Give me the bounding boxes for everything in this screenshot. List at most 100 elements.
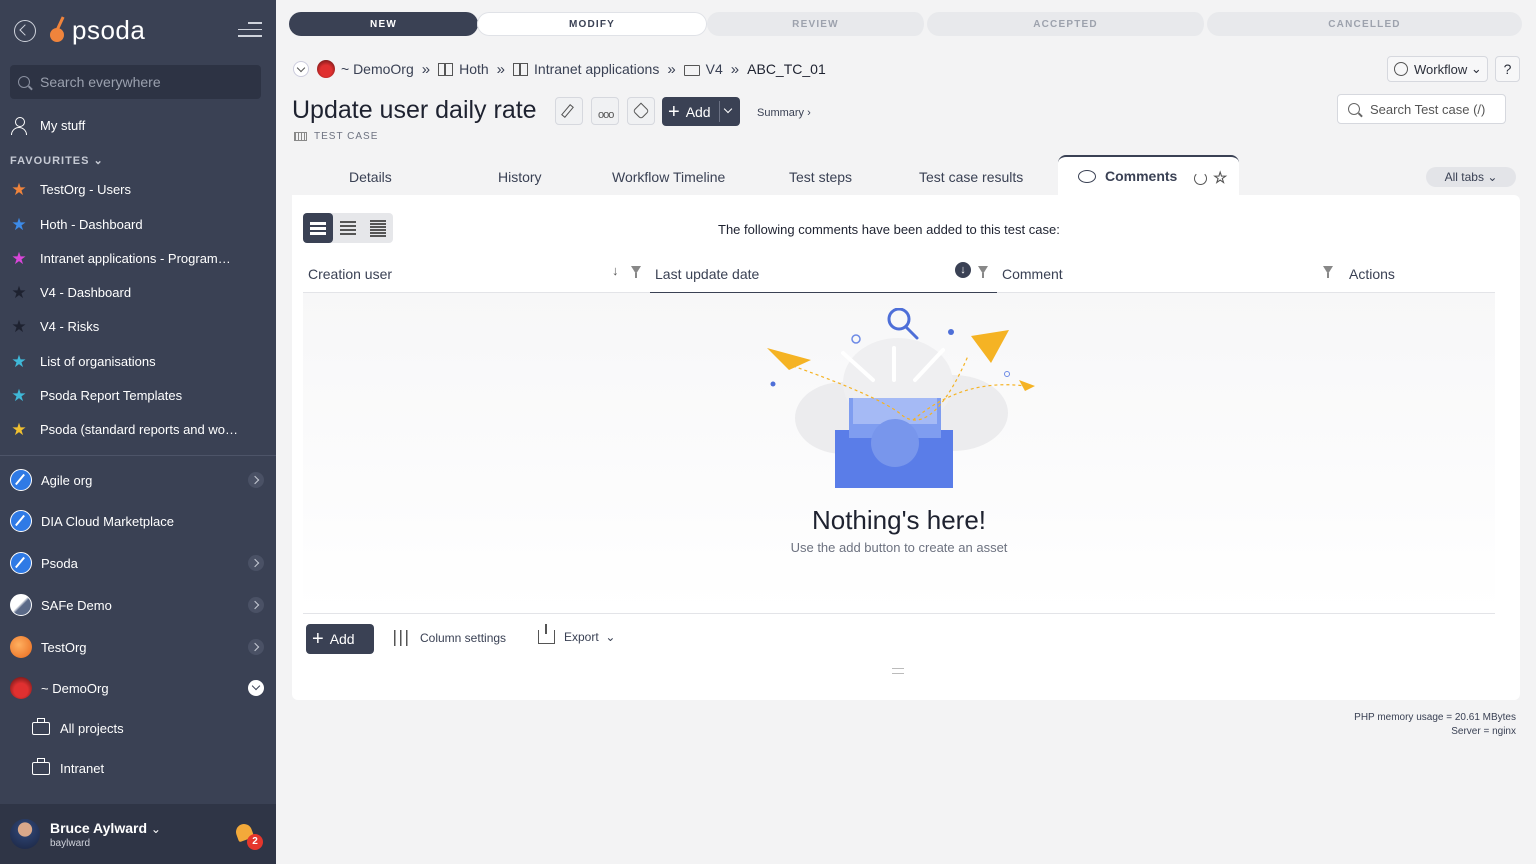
chevron-down-icon[interactable] — [248, 680, 264, 696]
favourite-item[interactable]: ★ V4 - Risks — [10, 318, 260, 335]
more-button[interactable]: ooo — [591, 97, 619, 125]
org-item-demoorg[interactable]: ~ DemoOrg — [10, 677, 266, 699]
view-toggle — [303, 213, 393, 243]
search-placeholder: Search everywhere — [40, 74, 161, 90]
star-icon[interactable]: ☆ — [1213, 168, 1227, 188]
refresh-icon[interactable] — [1194, 172, 1207, 185]
breadcrumb-org[interactable]: ~ DemoOrg — [341, 61, 414, 77]
favourite-item[interactable]: ★ Psoda Report Templates — [10, 387, 260, 404]
list-view-icon[interactable] — [303, 213, 333, 243]
summary-link[interactable]: Summary › — [757, 107, 811, 119]
my-stuff-label: My stuff — [40, 117, 86, 133]
favourite-item[interactable]: ★ Hoth - Dashboard — [10, 216, 260, 233]
favourite-item[interactable]: ★ List of organisations — [10, 353, 260, 370]
compact-view-icon[interactable] — [333, 213, 363, 243]
workflow-progress: NEW MODIFY REVIEW ACCEPTED CANCELLED — [289, 12, 1522, 36]
org-item-testorg[interactable]: TestOrg — [10, 636, 266, 658]
chevron-down-icon[interactable] — [293, 61, 309, 77]
org-avatar — [10, 469, 32, 491]
stage-new[interactable]: NEW — [289, 12, 478, 36]
column-comment[interactable]: Comment — [1002, 266, 1063, 282]
tag-button[interactable] — [627, 97, 655, 125]
chevron-down-icon[interactable] — [723, 104, 733, 114]
search-icon — [1348, 103, 1360, 115]
sort-active-icon[interactable]: ↓ — [955, 262, 971, 278]
ellipsis-icon: ooo — [598, 109, 614, 121]
breadcrumb-item[interactable]: V4 — [706, 61, 723, 77]
table-header: Creation user ↓ Last update date ↓ Comme… — [303, 253, 1495, 294]
logo-text: psoda — [72, 14, 146, 45]
chevron-right-icon[interactable] — [248, 472, 264, 488]
dense-view-icon[interactable] — [363, 213, 393, 243]
memory-usage: PHP memory usage = 20.61 MBytes — [1354, 712, 1516, 723]
tab-history[interactable]: History — [498, 169, 542, 185]
favourite-item[interactable]: ★ Intranet applications - Programme... — [10, 250, 260, 267]
comment-icon — [1078, 169, 1096, 183]
help-button[interactable]: ? — [1495, 56, 1520, 82]
tab-test-case-results[interactable]: Test case results — [919, 169, 1023, 185]
all-tabs-dropdown[interactable]: All tabs ⌄ — [1426, 167, 1516, 187]
column-settings-button[interactable]: Column settings — [394, 630, 506, 646]
column-actions: Actions — [1349, 266, 1395, 282]
sort-arrow-icon[interactable]: ↓ — [612, 263, 619, 278]
org-avatar — [317, 60, 335, 78]
collapse-menu-icon[interactable] — [238, 22, 262, 40]
breadcrumb: ~ DemoOrg » Hoth » Intranet applications… — [293, 58, 826, 80]
tab-details[interactable]: Details — [349, 169, 392, 185]
add-comment-button[interactable]: + Add — [306, 624, 374, 654]
server-name: Server = nginx — [1451, 726, 1516, 737]
sub-item-all-projects[interactable]: All projects — [32, 718, 124, 736]
export-button[interactable]: Export ⌄ — [538, 624, 615, 644]
column-last-update-date[interactable]: Last update date — [655, 266, 759, 282]
org-item-agile[interactable]: Agile org — [10, 469, 266, 491]
stage-accepted[interactable]: ACCEPTED — [927, 12, 1207, 36]
tab-workflow-timeline[interactable]: Workflow Timeline — [612, 169, 725, 185]
avatar — [10, 819, 40, 849]
user-name: Bruce Aylward ⌄ — [50, 819, 161, 836]
empty-state: Nothing's here! Use the add button to cr… — [303, 293, 1495, 613]
back-icon[interactable] — [14, 20, 36, 42]
empty-subtitle: Use the add button to create an asset — [790, 540, 1008, 555]
org-item-psoda[interactable]: Psoda — [10, 552, 266, 574]
sidebar-divider — [0, 455, 276, 456]
empty-title: Nothing's here! — [811, 505, 987, 535]
edit-button[interactable] — [555, 97, 583, 125]
chevron-right-icon[interactable] — [248, 639, 264, 655]
psoda-logo[interactable]: psoda — [50, 14, 145, 46]
favourite-item[interactable]: ★ Psoda (standard reports and work... — [10, 421, 260, 438]
my-stuff-link[interactable]: My stuff — [10, 116, 260, 135]
star-icon: ★ — [11, 215, 27, 234]
add-button[interactable]: + Add — [662, 97, 740, 126]
server-info: PHP memory usage = 20.61 MBytes Server =… — [1354, 711, 1516, 739]
column-creation-user[interactable]: Creation user — [308, 266, 392, 282]
tab-test-steps[interactable]: Test steps — [789, 169, 852, 185]
org-item-dia[interactable]: DIA Cloud Marketplace — [10, 510, 266, 532]
filter-icon[interactable] — [631, 266, 641, 278]
filter-icon[interactable] — [978, 266, 988, 278]
stage-cancelled[interactable]: CANCELLED — [1207, 12, 1522, 36]
org-avatar — [10, 594, 32, 616]
resize-handle-icon[interactable] — [892, 668, 904, 674]
breadcrumb-item[interactable]: Intranet applications — [534, 61, 659, 77]
workflow-button[interactable]: Workflow ⌄ — [1387, 56, 1488, 82]
stage-review[interactable]: REVIEW — [707, 12, 927, 36]
breadcrumb-item[interactable]: Hoth — [459, 61, 489, 77]
global-search-input[interactable]: Search everywhere — [10, 65, 261, 99]
tab-comments[interactable]: Comments ☆ — [1058, 155, 1239, 195]
org-avatar — [10, 552, 32, 574]
filter-icon[interactable] — [1323, 266, 1333, 278]
breadcrumb-current: ABC_TC_01 — [747, 61, 826, 77]
plus-icon: + — [312, 628, 324, 650]
sub-item-intranet[interactable]: Intranet — [32, 758, 104, 776]
favourites-header[interactable]: FAVOURITES ⌄ — [10, 154, 104, 167]
org-item-safe[interactable]: SAFe Demo — [10, 594, 266, 616]
chevron-right-icon[interactable] — [248, 555, 264, 571]
chevron-right-icon[interactable] — [248, 597, 264, 613]
stage-modify[interactable]: MODIFY — [477, 12, 707, 36]
sliders-icon — [394, 630, 412, 646]
user-menu[interactable]: Bruce Aylward ⌄ baylward 2 — [0, 804, 276, 864]
favourite-item[interactable]: ★ V4 - Dashboard — [10, 284, 260, 301]
favourite-item[interactable]: ★ TestOrg - Users — [10, 181, 260, 198]
test-case-search-input[interactable]: Search Test case (/) — [1337, 94, 1506, 124]
org-avatar — [10, 677, 32, 699]
